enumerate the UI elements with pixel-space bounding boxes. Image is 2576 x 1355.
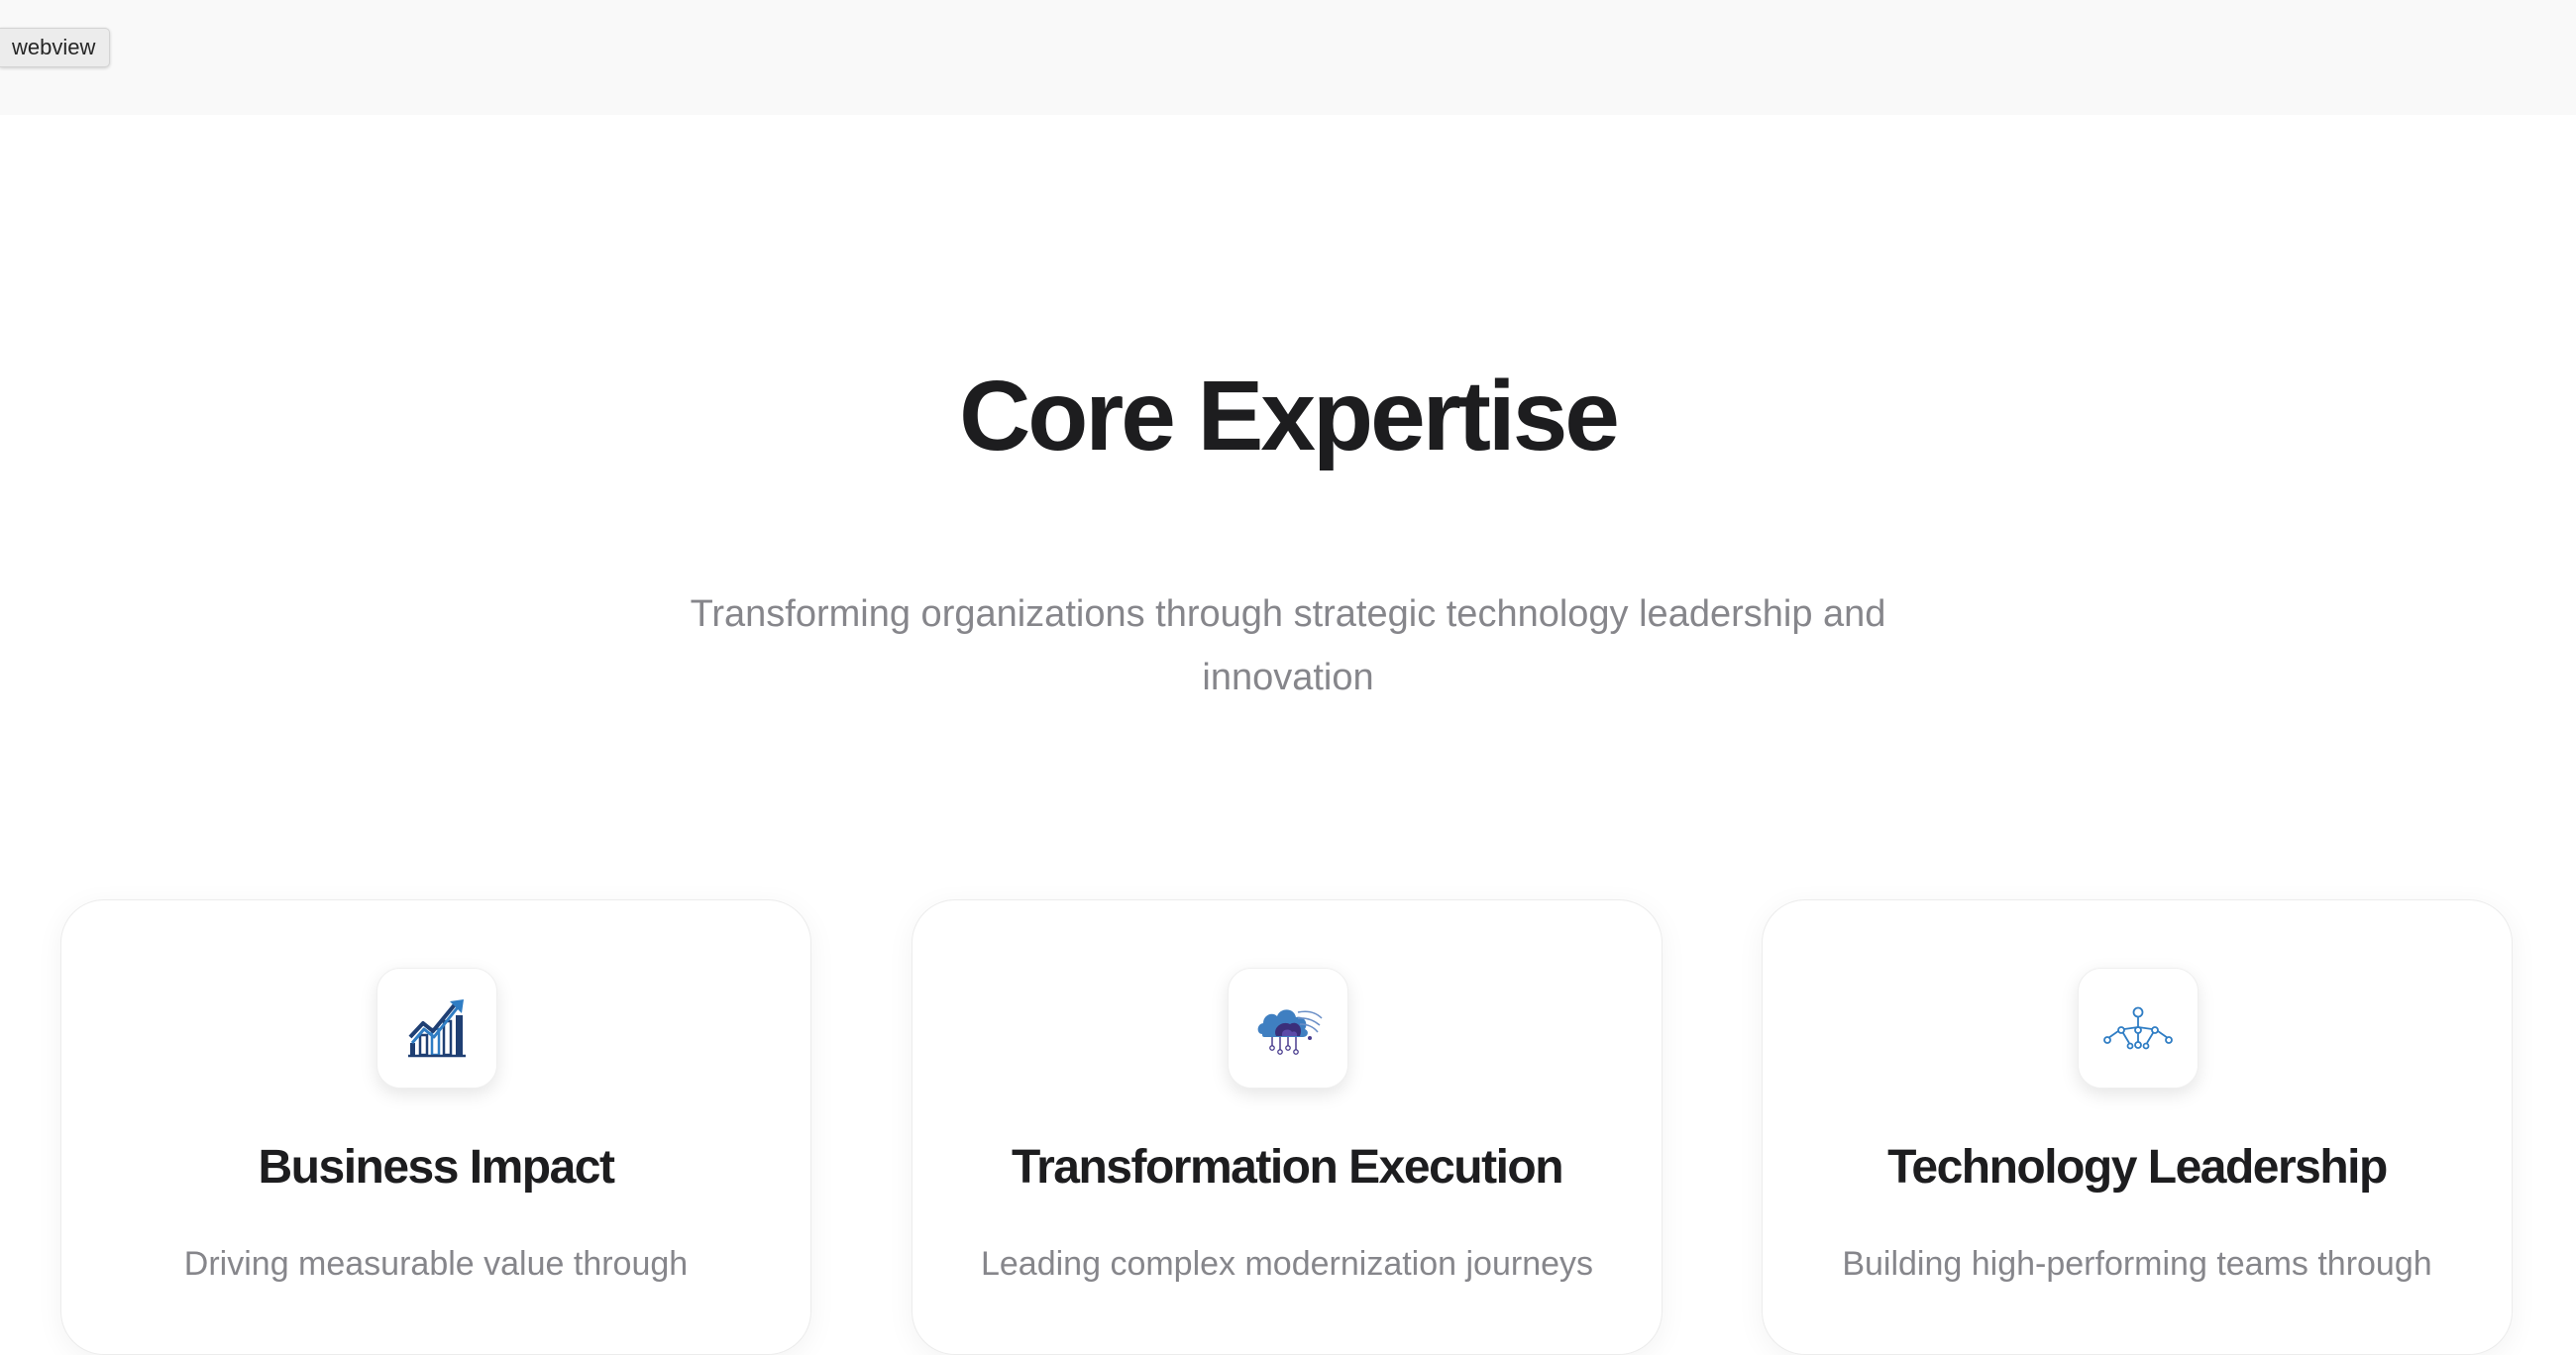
cloud-network-icon xyxy=(1228,968,1348,1089)
section-subtitle: Transforming organizations through strat… xyxy=(690,593,1886,698)
card-title: Transformation Execution xyxy=(1011,1141,1564,1194)
card-title: Technology Leadership xyxy=(1887,1141,2388,1194)
growth-chart-icon xyxy=(376,968,497,1089)
section-title: Core Expertise xyxy=(959,361,1620,471)
expertise-card-technology-leadership: Technology Leadership Building high-perf… xyxy=(1762,899,2513,1355)
webview-tag: webview xyxy=(0,28,111,67)
card-description: Leading complex modernization journeys xyxy=(980,1245,1594,1283)
network-hierarchy-icon xyxy=(2078,968,2199,1089)
expertise-card-transformation-execution: Transformation Execution Leading complex… xyxy=(912,899,1663,1355)
expertise-card-business-impact: Business Impact Driving measurable value… xyxy=(60,899,811,1355)
card-title: Business Impact xyxy=(258,1141,615,1194)
card-description: Driving measurable value through xyxy=(183,1245,689,1283)
card-description: Building high-performing teams through xyxy=(1842,1245,2432,1283)
top-bar: webview xyxy=(0,0,2576,115)
